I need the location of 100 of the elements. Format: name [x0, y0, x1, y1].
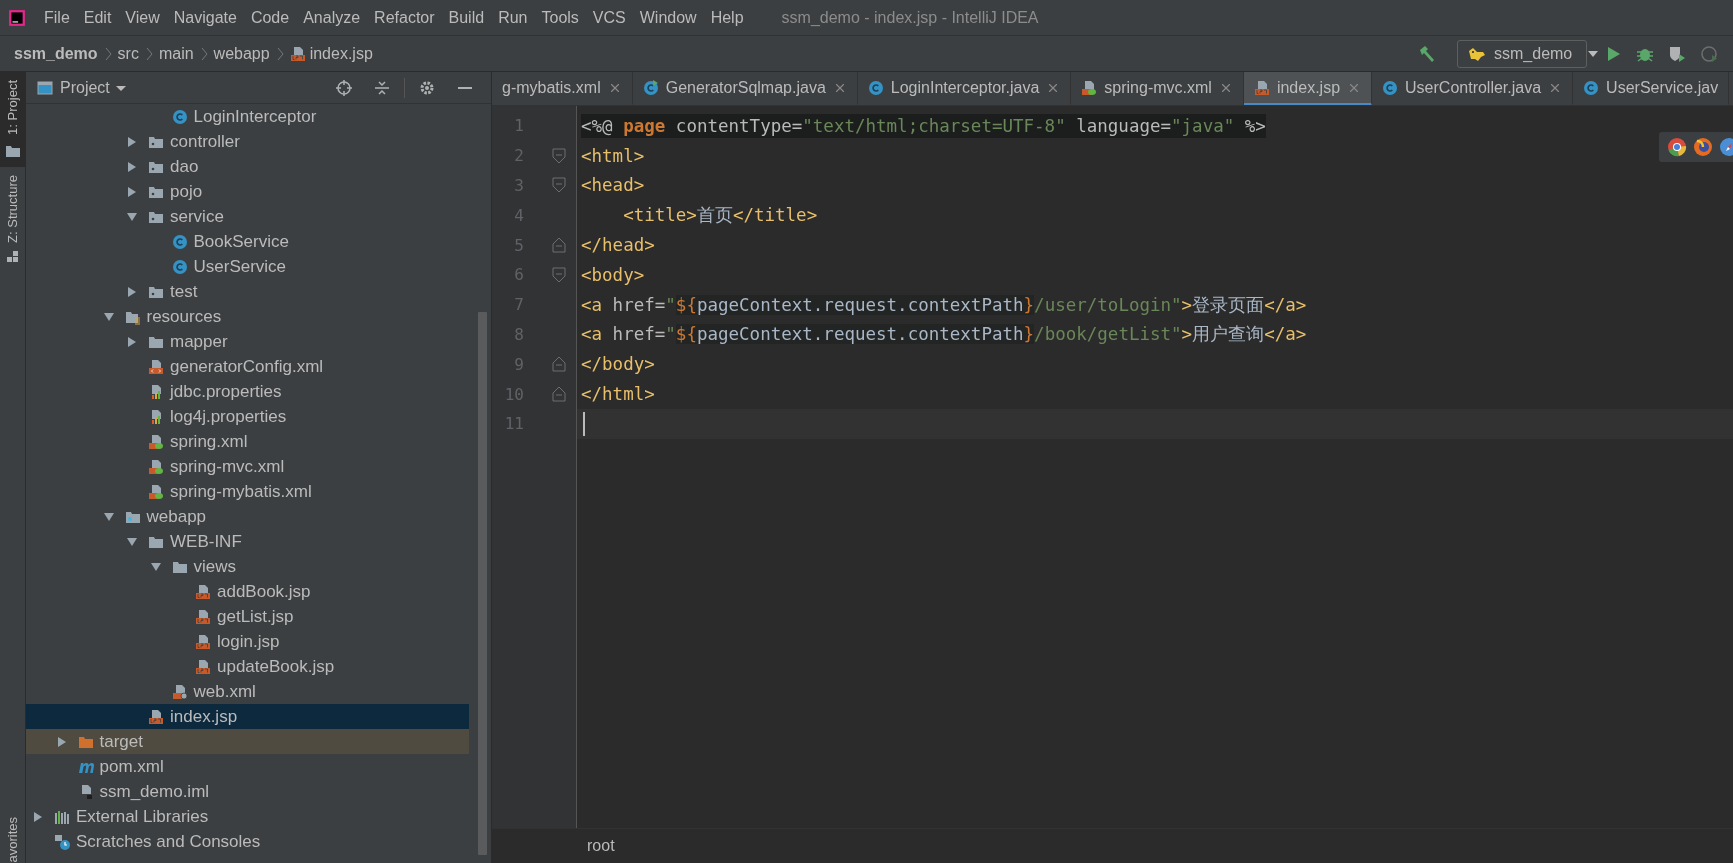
menu-item[interactable]: Window [633, 8, 703, 27]
menu-item[interactable]: Run [492, 8, 534, 27]
class-icon [867, 79, 884, 96]
fold-marker-icon[interactable] [552, 266, 566, 283]
editor-breadcrumb[interactable]: root [587, 837, 615, 855]
expand-arrow-icon[interactable] [55, 735, 68, 748]
tree-item[interactable]: views [26, 554, 469, 579]
fold-marker-icon[interactable] [552, 386, 566, 403]
code-line: <html> [581, 144, 645, 168]
tree-item[interactable]: login.jsp [26, 629, 469, 654]
fold-marker-icon[interactable] [552, 147, 566, 164]
code-line: <head> [581, 174, 645, 198]
jsp-file-icon [195, 633, 211, 650]
web-xml-file-icon [171, 683, 188, 700]
tree-item[interactable]: resources [26, 304, 469, 329]
tree-item[interactable]: mapper [26, 329, 469, 354]
menu-item[interactable]: Refactor [368, 8, 441, 27]
menu-item[interactable]: File [38, 8, 76, 27]
collapse-arrow-icon[interactable] [149, 560, 162, 573]
menu-item[interactable]: Edit [77, 8, 118, 27]
code-line: <a href="${pageContext.request.contextPath}/book/getList">用户查询</a> [581, 323, 1307, 347]
tree-item[interactable]: controller [26, 129, 469, 154]
tree-item[interactable]: BookService [26, 229, 469, 254]
menu-item[interactable]: Help [704, 8, 750, 27]
tree-item[interactable]: dao [26, 154, 469, 179]
fold-marker-icon[interactable] [552, 177, 566, 194]
browser-icon[interactable] [1719, 137, 1733, 157]
tree-item[interactable]: spring.xml [26, 429, 469, 454]
tool-window-tab[interactable]: avorites [0, 809, 25, 863]
xml-file-icon [148, 358, 164, 375]
jsp-file-icon [195, 608, 211, 625]
tree-item[interactable]: index.jsp [26, 704, 469, 729]
tree-item[interactable]: test [26, 279, 469, 304]
menu-item[interactable]: Tools [535, 8, 585, 27]
code-line: <a href="${pageContext.request.contextPath}/user/toLogin">登录页面</a> [581, 293, 1307, 317]
tree-item[interactable]: log4j.properties [26, 404, 469, 429]
menu-item[interactable]: Navigate [167, 8, 243, 27]
tree-item[interactable]: updateBook.jsp [26, 654, 469, 679]
breadcrumb[interactable]: webapp [213, 44, 270, 63]
tree-item[interactable]: web.xml [26, 679, 469, 704]
code-line: <title>首页</title> [622, 204, 818, 228]
tree-item[interactable]: getList.jsp [26, 604, 469, 629]
breadcrumb[interactable]: main [158, 44, 194, 63]
browser-icon[interactable] [1693, 137, 1713, 157]
app-logo-icon [8, 8, 26, 27]
tree-item[interactable]: spring-mvc.xml [26, 454, 469, 479]
tree-item[interactable]: jdbc.properties [26, 379, 469, 404]
tool-window-tab[interactable]: 1: Project [0, 72, 25, 167]
breadcrumb[interactable]: ssm_demo [14, 44, 98, 63]
spring-file-icon [148, 483, 164, 500]
spring-file-icon [148, 458, 164, 475]
tree-item[interactable]: service [26, 204, 469, 229]
collapse-arrow-icon[interactable] [102, 510, 115, 523]
tree-item[interactable]: pojo [26, 179, 469, 204]
tool-window-tab[interactable]: Z: Structure [0, 166, 25, 271]
fold-marker-icon[interactable] [552, 237, 566, 254]
text-cursor [583, 411, 585, 436]
tree-item[interactable]: target [26, 729, 469, 754]
class-icon [1382, 79, 1399, 96]
browser-icon[interactable] [1667, 137, 1687, 157]
fold-marker-icon[interactable] [552, 356, 566, 373]
jsp-file-icon [195, 658, 211, 675]
expand-arrow-icon[interactable] [126, 135, 138, 148]
menu-item[interactable]: VCS [586, 8, 632, 27]
code-line: <body> [581, 263, 645, 287]
jsp-file-icon [195, 583, 211, 600]
editor-tab[interactable]: index.jsp [1243, 72, 1373, 105]
tree-item[interactable]: webapp [26, 504, 469, 529]
project-view-dropdown[interactable]: Project [60, 78, 126, 97]
tree-item[interactable]: UserService [26, 254, 469, 279]
breadcrumb[interactable]: src [117, 44, 139, 63]
menu-item[interactable]: View [119, 8, 166, 27]
jsp-file-icon [289, 45, 306, 62]
expand-arrow-icon[interactable] [126, 185, 138, 198]
code-line: </head> [581, 234, 655, 258]
tree-item[interactable]: ssm_demo.iml [26, 779, 469, 804]
collapse-arrow-icon[interactable] [102, 310, 115, 323]
panel-icon [36, 79, 54, 96]
expand-arrow-icon[interactable] [126, 285, 138, 298]
tree-item[interactable]: Scratches and Consoles [26, 829, 469, 854]
expand-arrow-icon[interactable] [32, 810, 44, 823]
tree-item[interactable]: External Libraries [26, 804, 469, 829]
tree-item[interactable]: spring-mybatis.xml [26, 479, 469, 504]
jsp-file-icon [1253, 79, 1270, 96]
scrollbar[interactable] [478, 312, 487, 855]
menu-item[interactable]: Analyze [297, 8, 367, 27]
expand-arrow-icon[interactable] [126, 160, 138, 173]
menu-item[interactable]: Build [442, 8, 491, 27]
tree-item[interactable]: WEB-INF [26, 529, 469, 554]
collapse-arrow-icon[interactable] [126, 535, 138, 548]
tree-item[interactable]: pom.xml [26, 754, 469, 779]
window-title: ssm_demo - index.jsp - IntelliJ IDEA [781, 8, 1039, 27]
tree-item[interactable]: LoginInterceptor [26, 104, 469, 129]
menu-item[interactable]: Code [244, 8, 296, 27]
class-icon [171, 233, 188, 250]
collapse-arrow-icon[interactable] [126, 210, 138, 223]
tree-item[interactable]: addBook.jsp [26, 579, 469, 604]
breadcrumb[interactable]: index.jsp [289, 44, 373, 63]
tree-item[interactable]: generatorConfig.xml [26, 354, 469, 379]
expand-arrow-icon[interactable] [126, 335, 138, 348]
